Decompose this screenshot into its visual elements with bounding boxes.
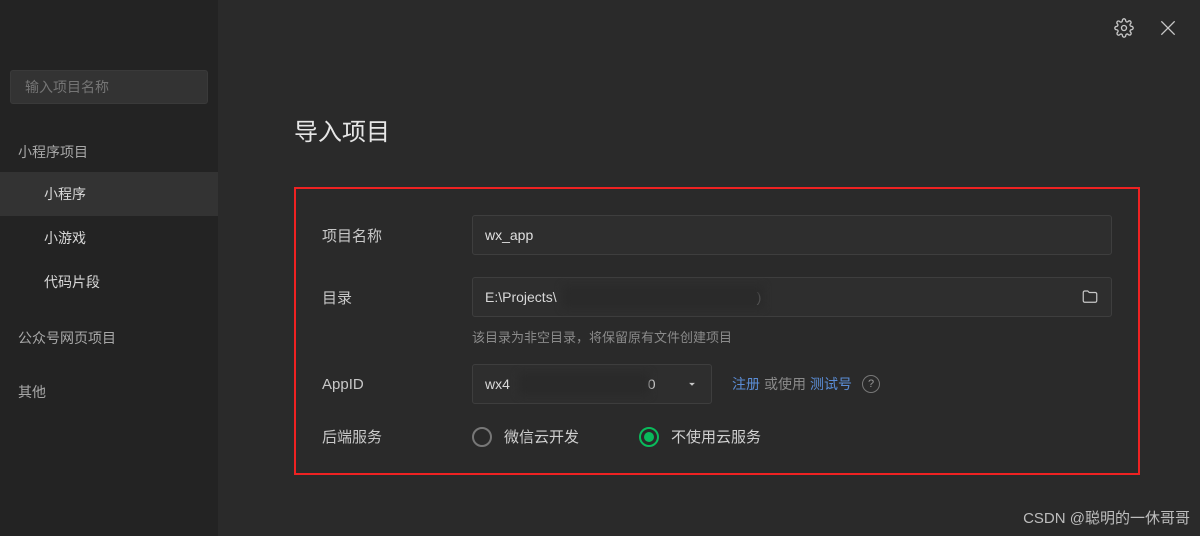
sidebar: 小程序项目 小程序 小游戏 代码片段 公众号网页项目 其他 — [0, 0, 218, 536]
page-title: 导入项目 — [294, 112, 1140, 147]
project-name-label: 项目名称 — [322, 225, 472, 246]
backend-option-label: 微信云开发 — [504, 426, 579, 447]
backend-option-none[interactable]: 不使用云服务 — [639, 426, 761, 447]
main-panel: 导入项目 项目名称 目录 E:\Projects\ ) — [218, 0, 1200, 536]
search-input-wrapper[interactable] — [10, 70, 208, 104]
sidebar-section-heading: 其他 — [0, 372, 218, 412]
directory-hint: 该目录为非空目录，将保留原有文件创建项目 — [472, 327, 1112, 346]
register-link[interactable]: 注册 — [732, 374, 760, 394]
gear-icon[interactable] — [1114, 18, 1134, 38]
close-icon[interactable] — [1158, 18, 1178, 38]
chevron-down-icon — [685, 377, 699, 391]
import-form: 项目名称 目录 E:\Projects\ ) — [294, 187, 1140, 475]
folder-icon[interactable] — [1081, 288, 1099, 306]
sidebar-section-heading: 小程序项目 — [0, 132, 218, 172]
backend-label: 后端服务 — [322, 426, 472, 447]
directory-value-prefix: E:\Projects\ — [485, 289, 557, 305]
appid-select[interactable]: wx4 0 — [472, 364, 712, 404]
test-account-link[interactable]: 测试号 — [810, 374, 852, 394]
sidebar-section-heading: 公众号网页项目 — [0, 318, 218, 358]
appid-prefix: wx4 — [485, 376, 510, 392]
help-icon[interactable]: ? — [862, 375, 880, 393]
watermark: CSDN @聪明的一休哥哥 — [1023, 507, 1190, 528]
radio-icon — [472, 427, 492, 447]
project-name-input[interactable] — [472, 215, 1112, 255]
search-input[interactable] — [25, 79, 206, 95]
sidebar-item-minigame[interactable]: 小游戏 — [0, 216, 218, 260]
backend-option-cloud[interactable]: 微信云开发 — [472, 426, 579, 447]
directory-label: 目录 — [322, 287, 472, 308]
radio-icon — [639, 427, 659, 447]
sidebar-item-miniprogram[interactable]: 小程序 — [0, 172, 218, 216]
appid-or-text: 或使用 — [764, 374, 806, 394]
backend-option-label: 不使用云服务 — [671, 426, 761, 447]
project-name-field[interactable] — [485, 227, 1099, 243]
directory-input[interactable]: E:\Projects\ ) — [472, 277, 1112, 317]
sidebar-item-snippet[interactable]: 代码片段 — [0, 260, 218, 304]
appid-label: AppID — [322, 376, 472, 393]
